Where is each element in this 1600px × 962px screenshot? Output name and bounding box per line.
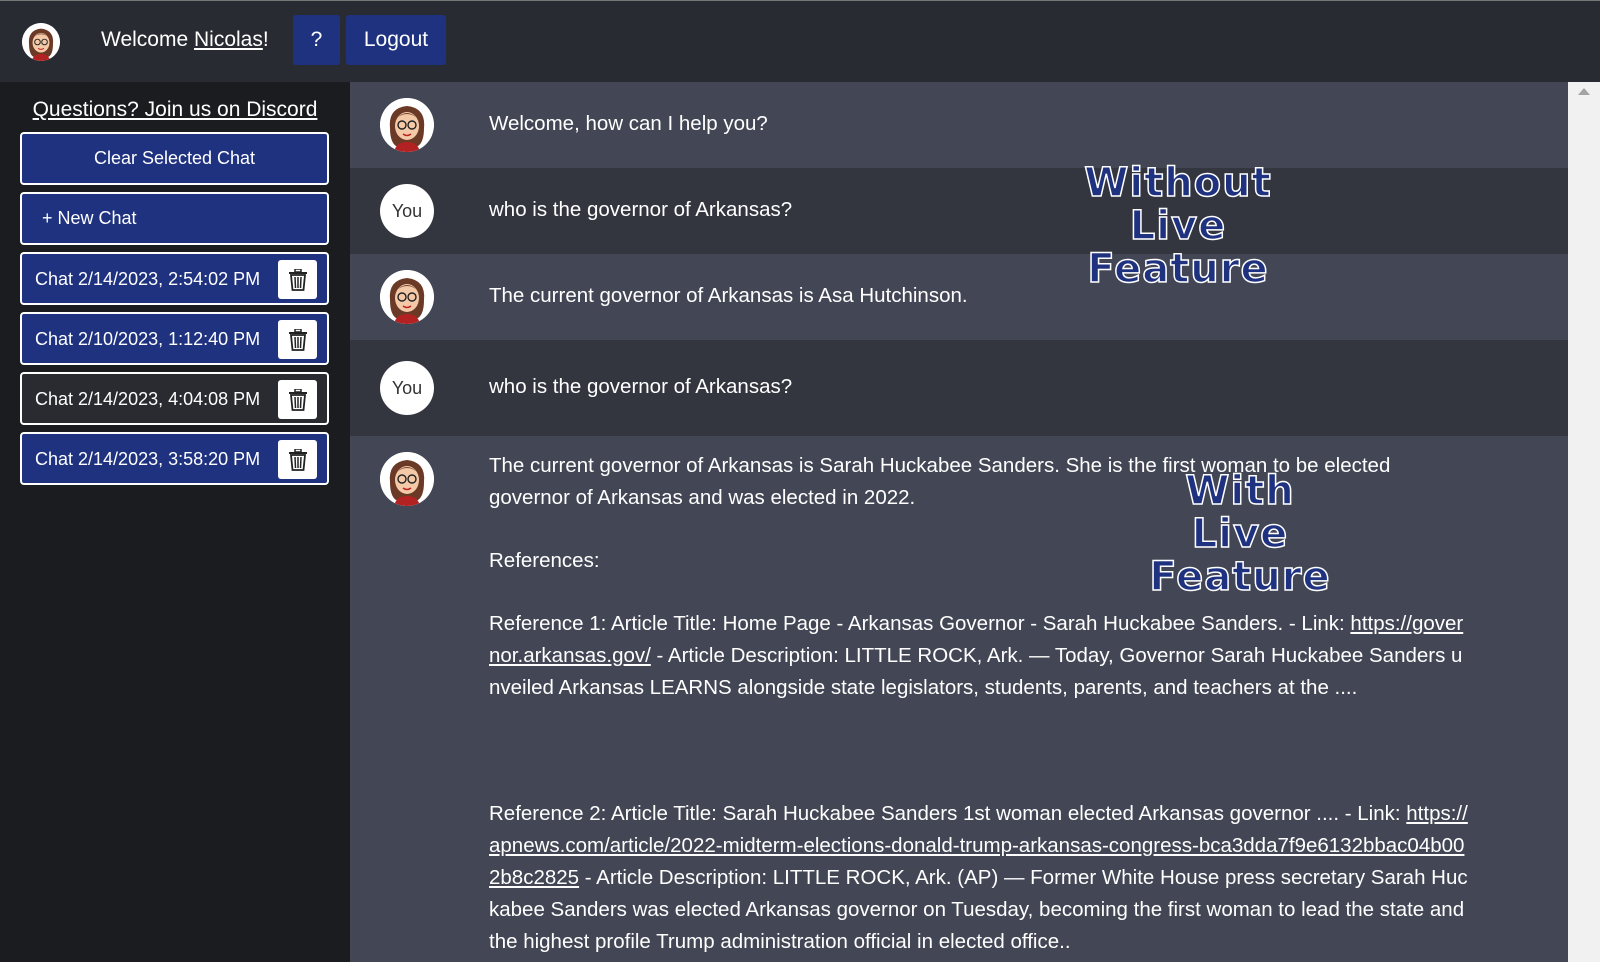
message-text: who is the governor of Arkansas?	[489, 198, 793, 221]
annotation-with-live-feature: With Live Feature	[1130, 468, 1350, 600]
assistant-message-row: The current governor of Arkansas is Sara…	[350, 436, 1568, 962]
assistant-avatar	[380, 452, 434, 506]
annotation-line: Live	[1129, 203, 1227, 249]
user-message-row: You who is the governor of Arkansas?	[350, 340, 1568, 436]
user-avatar-you: You	[380, 361, 434, 415]
chat-item-label: Chat 2/14/2023, 3:58:20 PM	[35, 449, 261, 469]
annotation-line: Feature	[1087, 246, 1269, 292]
welcome-message: Welcome Nicolas!	[101, 28, 269, 52]
reference-1: Reference 1: Article Title: Home Page - …	[489, 608, 1469, 704]
annotation-line: Feature	[1149, 554, 1331, 600]
chat-item[interactable]: Chat 2/10/2023, 1:12:40 PM	[20, 312, 329, 365]
ref2-prefix: Reference 2: Article Title: Sarah Huckab…	[489, 802, 1407, 825]
logout-button[interactable]: Logout	[346, 15, 446, 65]
scrollbar[interactable]	[1568, 82, 1600, 962]
user-avatar-you: You	[380, 184, 434, 238]
discord-link[interactable]: Questions? Join us on Discord	[0, 98, 350, 122]
references-heading: References:	[489, 549, 600, 572]
chat-item-label: Chat 2/10/2023, 1:12:40 PM	[35, 329, 261, 349]
chat-item-label: Chat 2/14/2023, 4:04:08 PM	[35, 389, 261, 409]
conversation-pane: Welcome, how can I help you? You who is …	[350, 82, 1568, 962]
chat-item[interactable]: Chat 2/14/2023, 3:58:20 PM	[20, 432, 329, 485]
welcome-prefix: Welcome	[101, 28, 194, 51]
annotation-line: Without	[1083, 160, 1272, 206]
trash-icon[interactable]	[278, 260, 317, 299]
annotation-line: With	[1185, 468, 1295, 514]
assistant-avatar	[380, 98, 434, 152]
assistant-message-row: Welcome, how can I help you?	[350, 82, 1568, 168]
clear-selected-chat-button[interactable]: Clear Selected Chat	[20, 132, 329, 185]
new-chat-button[interactable]: + New Chat	[20, 192, 329, 245]
message-text: who is the governor of Arkansas?	[489, 375, 793, 398]
username-link[interactable]: Nicolas	[194, 28, 263, 51]
assistant-avatar	[380, 270, 434, 324]
help-button[interactable]: ?	[293, 15, 340, 65]
user-avatar	[22, 23, 60, 61]
sidebar: Questions? Join us on Discord Clear Sele…	[0, 82, 350, 962]
assistant-message-row: The current governor of Arkansas is Asa …	[350, 254, 1568, 340]
chat-item[interactable]: Chat 2/14/2023, 2:54:02 PM	[20, 252, 329, 305]
chat-item-selected[interactable]: Chat 2/14/2023, 4:04:08 PM	[20, 372, 329, 425]
welcome-suffix: !	[262, 28, 269, 51]
message-text: Welcome, how can I help you?	[489, 112, 768, 135]
trash-icon[interactable]	[278, 320, 317, 359]
ref1-prefix: Reference 1: Article Title: Home Page - …	[489, 612, 1351, 635]
reference-2: Reference 2: Article Title: Sarah Huckab…	[489, 798, 1469, 958]
chat-item-label: Chat 2/14/2023, 2:54:02 PM	[35, 269, 261, 289]
annotation-line: Live	[1191, 511, 1289, 557]
annotation-without-live-feature: Without Live Feature	[1068, 160, 1288, 292]
trash-icon[interactable]	[278, 440, 317, 479]
user-message-row: You who is the governor of Arkansas?	[350, 168, 1568, 254]
trash-icon[interactable]	[278, 380, 317, 419]
top-bar: Welcome Nicolas! ? Logout	[0, 0, 1600, 82]
ref2-suffix: - Article Description: LITTLE ROCK, Ark.…	[489, 866, 1468, 953]
message-text: The current governor of Arkansas is Asa …	[489, 284, 968, 307]
scroll-up-arrow-icon[interactable]	[1578, 88, 1590, 95]
